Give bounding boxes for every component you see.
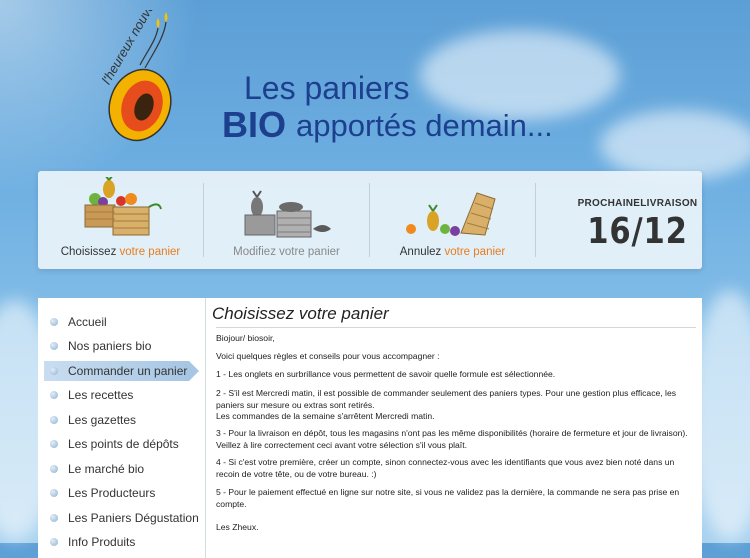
bullet-icon: [50, 514, 58, 522]
bullet-icon: [50, 440, 58, 448]
nav-item-accueil[interactable]: Accueil: [44, 312, 189, 332]
bullet-icon: [50, 538, 58, 546]
next-delivery: PROCHAINELIVRAISON 16/12: [573, 171, 702, 269]
cloud: [600, 110, 750, 180]
step-choose-label: Choisissez: [60, 246, 117, 258]
bullet-icon: [50, 465, 58, 473]
nav-label: Commander un panier: [68, 364, 188, 378]
site-logo[interactable]: l'heureux nouveau: [99, 0, 210, 145]
step-modify[interactable]: Modifiez votre panier: [204, 171, 369, 269]
nav-item-les-gazettes[interactable]: Les gazettes: [44, 410, 189, 430]
nav-label: Les Producteurs: [68, 486, 156, 500]
rule-2: 2 - S'il est Mercredi matin, il est poss…: [216, 388, 696, 423]
basket-grey-illustration-icon: [239, 177, 334, 243]
nav-label: Les gazettes: [68, 413, 137, 427]
cloud: [420, 30, 620, 120]
headline-line1: Les paniers: [244, 70, 410, 106]
nav-label: Le marché bio: [68, 462, 145, 476]
order-steps-band: Choisissez votre panier Modifiez votre p…: [38, 171, 702, 269]
bullet-icon: [50, 416, 58, 424]
main-content: Choisissez votre panier Biojour/ biosoir…: [205, 298, 703, 558]
rule-4: 4 - Si c'est votre première, créer un co…: [216, 457, 675, 479]
intro-text: Voici quelques règles et conseils pour v…: [216, 351, 440, 361]
bullet-icon: [50, 342, 58, 350]
step-modify-label: Modifiez votre panier: [233, 246, 340, 258]
empty-crate-illustration-icon: [405, 177, 500, 243]
step-choose[interactable]: Choisissez votre panier: [38, 171, 203, 269]
greeting: Biojour/ biosoir,: [216, 333, 275, 343]
basket-illustration-icon: [73, 174, 168, 243]
nav-item-commander-un-panier[interactable]: Commander un panier: [44, 361, 199, 381]
step-cancel[interactable]: Annulez votre panier: [370, 171, 535, 269]
sidebar-nav: Accueil Nos paniers bio Commander un pan…: [38, 298, 201, 558]
nav-item-marche-bio[interactable]: Le marché bio: [44, 459, 189, 479]
nav-item-nos-paniers-bio[interactable]: Nos paniers bio: [44, 336, 189, 356]
nav-item-paniers-degustation[interactable]: Les Paniers Dégustation: [44, 508, 199, 528]
title-divider: [216, 327, 696, 328]
nav-item-les-recettes[interactable]: Les recettes: [44, 385, 189, 405]
bullet-icon: [50, 318, 58, 326]
nav-label: Les Paniers Dégustation: [68, 511, 199, 525]
nav-item-producteurs[interactable]: Les Producteurs: [44, 483, 189, 503]
nav-label: Nos paniers bio: [68, 339, 152, 353]
rule-1: 1 - Les onglets en surbrillance vous per…: [216, 369, 556, 379]
rule-2-deadline: Les commandes de la semaine s'arrêtent M…: [216, 411, 435, 421]
next-delivery-date: 16/12: [587, 211, 688, 252]
step-cancel-label: Annulez: [399, 246, 442, 258]
content-panel: Accueil Nos paniers bio Commander un pan…: [38, 298, 702, 558]
rule-5: 5 - Pour le paiement effectué en ligne s…: [216, 487, 680, 509]
rule-3: 3 - Pour la livraison en dépôt, tous les…: [216, 428, 688, 450]
nav-label: Les points de dépôts: [68, 437, 179, 451]
nav-item-points-de-depots[interactable]: Les points de dépôts: [44, 434, 189, 454]
headline-bio: BIO: [222, 104, 287, 145]
step-cancel-accent: votre panier: [444, 246, 506, 258]
nav-item-info-produits[interactable]: Info Produits: [44, 532, 189, 552]
step-choose-accent: votre panier: [119, 246, 181, 258]
page-title: Choisissez votre panier: [212, 304, 389, 323]
next-delivery-title: PROCHAINELIVRAISON: [577, 198, 698, 209]
bullet-icon: [50, 391, 58, 399]
bullet-icon: [50, 367, 58, 375]
nav-label: Info Produits: [68, 535, 136, 549]
bullet-icon: [50, 489, 58, 497]
nav-label: Accueil: [68, 315, 107, 329]
headline-line2: apportés demain...: [296, 108, 553, 143]
nav-label: Les recettes: [68, 388, 134, 402]
divider: [535, 183, 536, 257]
rule-2-text: 2 - S'il est Mercredi matin, il est poss…: [216, 388, 677, 410]
signature: Les Zheux.: [216, 522, 259, 532]
